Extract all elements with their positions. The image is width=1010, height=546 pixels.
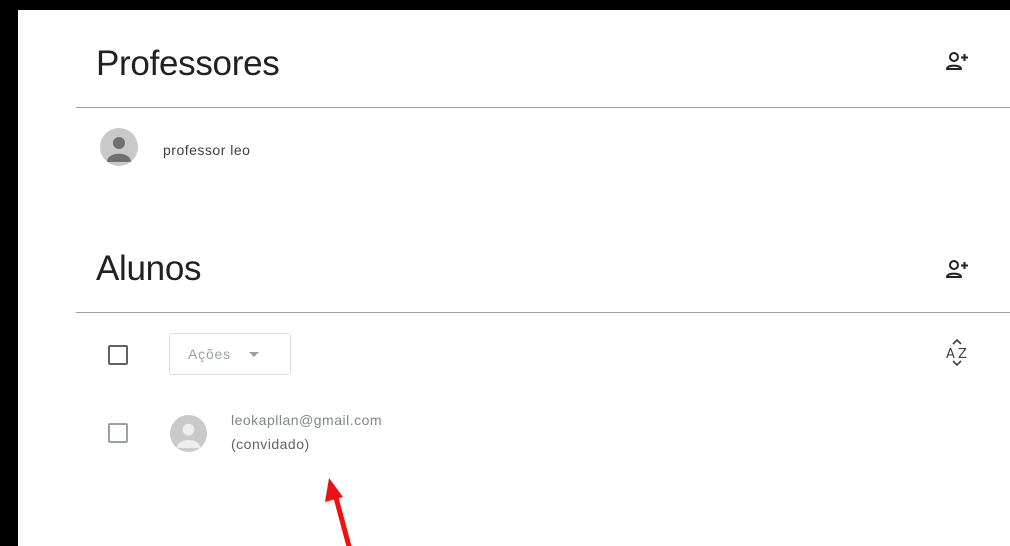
annotation-arrow-icon bbox=[325, 478, 352, 546]
people-panel: Professores professor leo Alunos Ações A… bbox=[18, 10, 1010, 546]
